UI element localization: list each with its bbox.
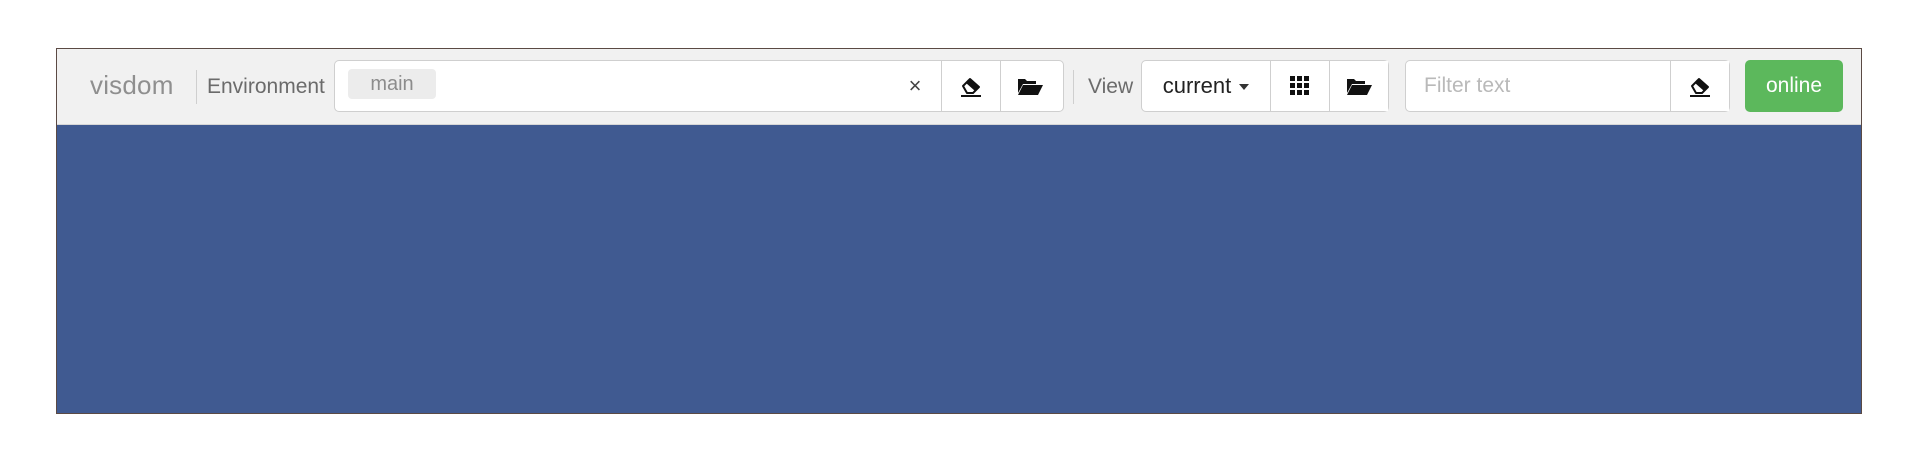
environment-input[interactable]: main × (335, 61, 941, 111)
brand-logo[interactable]: visdom (90, 68, 174, 102)
online-status-button[interactable]: online (1745, 60, 1843, 112)
top-navbar: visdom Environment main × View current F… (57, 49, 1861, 125)
filter-group (1405, 60, 1730, 112)
close-icon: × (908, 73, 922, 98)
eraser-icon (1688, 75, 1712, 97)
view-dropdown-value: current (1162, 73, 1232, 98)
view-label: View (1088, 75, 1134, 98)
folder-open-icon (1345, 75, 1373, 97)
open-environment-button[interactable] (1000, 61, 1059, 111)
environment-selector: main × (334, 60, 1064, 112)
erase-environment-button[interactable] (941, 61, 1000, 111)
view-layout-button[interactable] (1270, 61, 1329, 111)
caret-down-icon (1239, 84, 1250, 90)
filter-text-input[interactable] (1406, 61, 1670, 111)
main-content-area (57, 125, 1861, 413)
view-dropdown[interactable]: current (1142, 61, 1270, 111)
eraser-icon (959, 75, 983, 97)
app-window: visdom Environment main × View current F… (56, 48, 1862, 414)
clear-environment-button[interactable]: × (901, 71, 929, 101)
environment-chip-main[interactable]: main (348, 69, 436, 99)
navbar-divider (196, 70, 197, 104)
clear-filter-button[interactable] (1670, 61, 1729, 111)
view-selector: current (1141, 60, 1389, 112)
grid-icon (1290, 76, 1310, 96)
environment-label: Environment (207, 75, 325, 98)
open-view-button[interactable] (1329, 61, 1388, 111)
folder-open-icon (1016, 75, 1044, 97)
navbar-divider (1073, 70, 1074, 104)
